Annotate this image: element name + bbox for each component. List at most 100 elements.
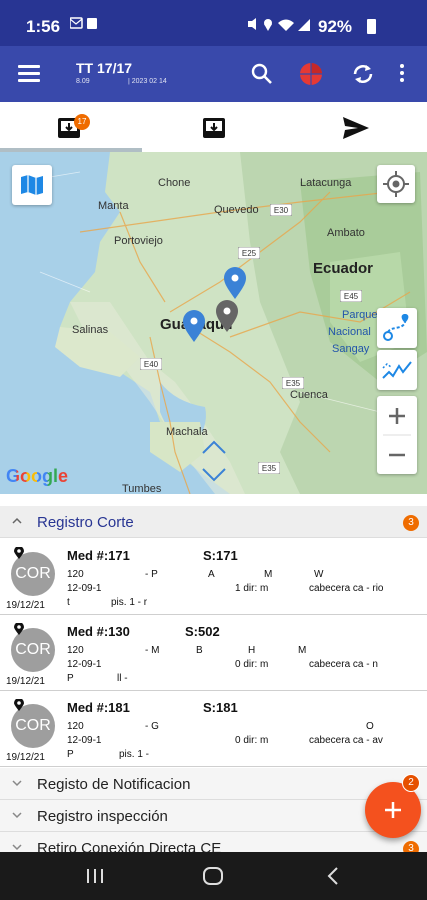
med-number: Med #:171 (67, 548, 130, 563)
field-l3b: 1 dir: m (235, 583, 269, 594)
back-icon[interactable] (326, 867, 340, 885)
field-l3a: 12-09-1 (67, 735, 102, 746)
group-registro-inspeccion[interactable]: Registro inspección (0, 800, 427, 832)
item-date: 19/12/21 (6, 676, 45, 687)
home-icon[interactable] (203, 867, 223, 885)
map-label-latacunga: Latacunga (300, 177, 352, 189)
route-icon (383, 314, 409, 341)
mail-icon (69, 17, 83, 29)
map-label-ecuador: Ecuador (313, 260, 374, 277)
wifi-icon (278, 19, 294, 31)
road-shield-text: E45 (344, 292, 359, 301)
field-l2e: O (366, 721, 374, 732)
map-layers-icon (21, 175, 43, 195)
field-l2b: - G (145, 721, 159, 732)
group-registro-notificacion[interactable]: Registo de Notificacion (0, 768, 427, 800)
list-item[interactable]: COR Med #:130 S:502 120 - M B H M 12-09-… (0, 615, 427, 691)
group-label: Registro inspección (37, 808, 168, 825)
field-l4a: P (67, 749, 74, 760)
group-retiro-conexion[interactable]: Retiro Conexión Directa CE 3 (0, 832, 427, 852)
road-shield-text: E40 (144, 360, 159, 369)
recents-icon[interactable] (86, 868, 104, 884)
google-logo-text: Google (6, 466, 68, 486)
map-label-portoviejo: Portoviejo (114, 235, 163, 247)
chevron-down-icon (12, 844, 22, 851)
med-number: Med #:130 (67, 624, 130, 639)
field-l2c: B (196, 645, 203, 656)
tab-badge: 17 (74, 114, 90, 130)
group-label: Registro Corte (37, 514, 134, 531)
service-number: S:502 (185, 624, 220, 639)
item-date: 19/12/21 (6, 600, 45, 611)
map-marker-blue[interactable] (222, 266, 248, 300)
system-icons (246, 17, 316, 36)
send-icon (343, 117, 369, 139)
road-shield-e45: E45 (340, 290, 362, 302)
location-icon (264, 19, 272, 31)
map-layers-button[interactable] (12, 165, 52, 205)
field-l3b: 0 dir: m (235, 659, 269, 670)
field-l3c: cabecera ca - n (309, 659, 378, 670)
map-marker-gray[interactable] (214, 299, 240, 333)
map-label-cuenca: Cuenca (290, 389, 328, 401)
menu-icon[interactable] (18, 65, 40, 83)
system-nav-bar (0, 852, 427, 900)
group-badge: 3 (403, 515, 419, 531)
list-item[interactable]: COR Med #:171 S:171 120 - P A M W 12-09-… (0, 539, 427, 615)
app-subtitle-right: | 2023 02 14 (128, 78, 167, 85)
zoom-controls (377, 396, 417, 474)
location-pin-icon (14, 547, 24, 559)
field-l2b: - P (145, 569, 158, 580)
google-logo: Google (6, 466, 68, 487)
map-label-sangay: Sangay (332, 343, 370, 355)
status-time: 1:56 (26, 17, 61, 36)
road-shield-e35b: E35 (258, 462, 280, 474)
service-number: S:171 (203, 548, 238, 563)
group-badge: 3 (403, 841, 419, 852)
track-button[interactable] (377, 350, 417, 390)
field-l2b: - M (145, 645, 160, 656)
mute-icon (248, 18, 256, 30)
fab-badge: 2 (402, 774, 420, 792)
more-vert-icon[interactable] (398, 64, 408, 86)
chevron-down-icon (12, 812, 22, 819)
track-icon (382, 361, 412, 379)
list-item[interactable]: COR Med #:181 S:181 120 - G O 12-09-1 0 … (0, 691, 427, 767)
med-number: Med #:181 (67, 700, 130, 715)
tab-bar: 17 (0, 102, 427, 152)
road-shield-e40: E40 (140, 358, 162, 370)
map-view[interactable]: Chone Latacunga Manta Quevedo Portoviejo… (0, 152, 427, 494)
battery-icon (367, 19, 376, 34)
field-l3c: cabecera ca - av (309, 735, 383, 746)
field-l3c: cabecera ca - rio (309, 583, 384, 594)
map-label-manta: Manta (98, 200, 129, 212)
app-bar: TT 17/17 8.09 | 2023 02 14 (0, 46, 427, 102)
my-location-button[interactable] (377, 165, 415, 203)
chevron-up-icon (12, 517, 22, 524)
group-registro-corte[interactable]: Registro Corte 3 (0, 506, 427, 538)
inbox-icon (203, 118, 225, 138)
field-l3a: 12-09-1 (67, 583, 102, 594)
notification-icons-svg (69, 17, 97, 29)
field-l3b: 0 dir: m (235, 735, 269, 746)
photo-icon (87, 18, 97, 29)
route-button[interactable] (377, 308, 417, 348)
task-list: Registro Corte 3 COR Med #:171 S:171 120… (0, 506, 427, 852)
field-l2a: 120 (67, 721, 84, 732)
search-icon[interactable] (250, 62, 274, 86)
tab-inbox[interactable]: 17 (0, 102, 142, 152)
drag-handle-icon[interactable] (200, 437, 228, 485)
road-shield-e35: E35 (282, 377, 304, 389)
field-l4b: ll - (117, 673, 128, 684)
location-pin-icon (14, 623, 24, 635)
tab-send[interactable] (284, 102, 426, 152)
field-l2e: M (298, 645, 307, 656)
map-marker-blue[interactable] (181, 309, 207, 343)
pie-chart-icon[interactable] (298, 61, 324, 87)
map-label-chone: Chone (158, 177, 191, 189)
sync-icon[interactable] (350, 61, 376, 87)
signal-icon (298, 19, 310, 31)
tab-inbox-empty[interactable] (142, 102, 284, 152)
service-number: S:181 (203, 700, 238, 715)
chevron-down-icon (12, 780, 22, 787)
